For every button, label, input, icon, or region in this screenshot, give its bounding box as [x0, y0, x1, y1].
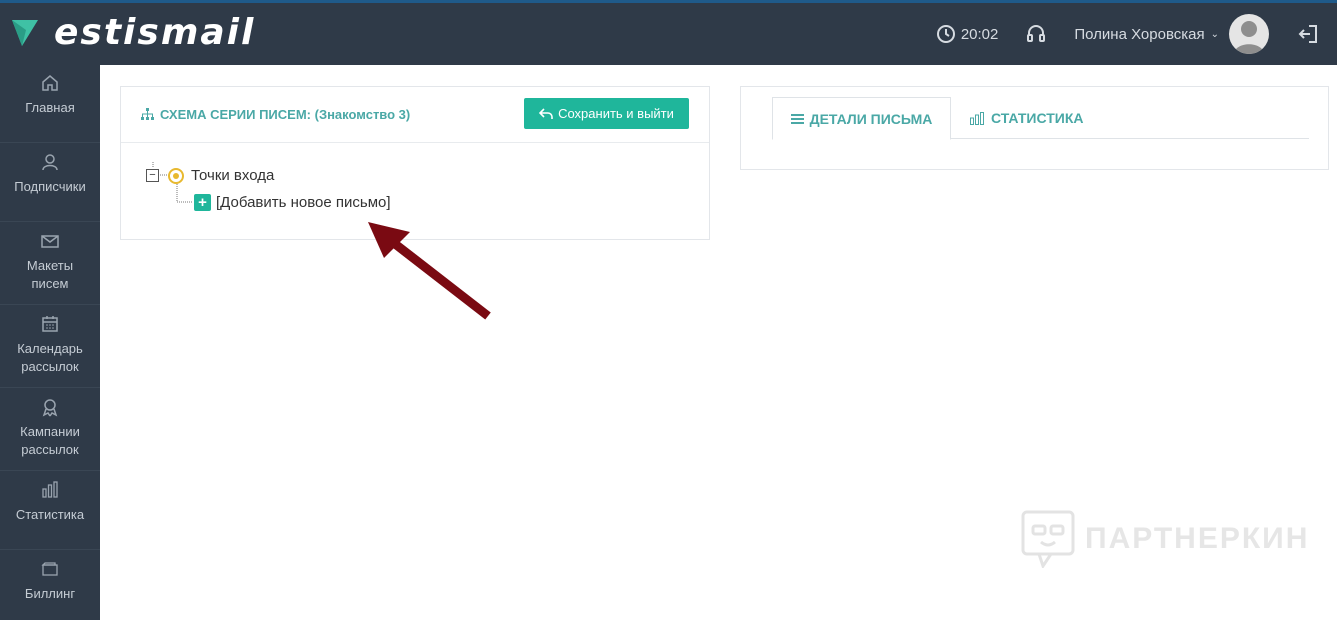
logo[interactable]: estismail [10, 11, 256, 53]
headset-icon [1027, 25, 1046, 42]
add-new-letter-link[interactable]: [Добавить новое письмо] [216, 194, 391, 211]
avatar-silhouette-icon [1234, 21, 1264, 54]
sidebar-item-templates[interactable]: Макеты писем [0, 231, 100, 305]
tab-label: ДЕТАЛИ ПИСЬМА [809, 110, 933, 127]
envelope-icon [41, 235, 59, 248]
tab-statistics[interactable]: СТАТИСТИКА [970, 97, 1084, 139]
wallet-icon [41, 562, 58, 576]
sidebar-item-campaigns[interactable]: Кампании рассылок [0, 397, 100, 471]
details-panel: ДЕТАЛИ ПИСЬМА СТАТИСТИКА [740, 86, 1329, 170]
save-and-exit-label: Сохранить и выйти [558, 106, 674, 121]
details-tabs: ДЕТАЛИ ПИСЬМА СТАТИСТИКА [772, 97, 1309, 140]
user-menu[interactable]: Полина Хоровская ⌄ [1074, 26, 1223, 43]
user-name: Полина Хоровская [1074, 25, 1205, 43]
clock-icon [936, 25, 955, 43]
calendar-icon [42, 316, 58, 332]
clock-time: 20:02 [960, 25, 999, 43]
user-icon [42, 154, 58, 171]
tab-label: СТАТИСТИКА [991, 110, 1084, 126]
scheme-title: СХЕМА СЕРИИ ПИСЕМ: (Знакомство 3) [141, 107, 410, 122]
tree-child-add[interactable]: + [Добавить новое письмо] [194, 194, 391, 211]
collapse-toggle[interactable]: − [146, 169, 159, 182]
logo-text: estismail [54, 11, 256, 53]
award-icon [42, 399, 58, 417]
watermark-text: ПАРТНЕРКИН [1085, 522, 1310, 555]
sidebar-item-label: Статистика [15, 507, 85, 522]
home-icon [42, 75, 58, 91]
sidebar-item-subscribers[interactable]: Подписчики [0, 152, 100, 222]
chevron-down-icon: ⌄ [1210, 28, 1219, 40]
sitemap-icon [141, 108, 154, 120]
plus-icon: + [194, 194, 211, 211]
top-bar: estismail 20:02 Полина Хоровская ⌄ [0, 0, 1337, 65]
sidebar-item-label: Кампании рассылок [20, 424, 80, 457]
sidebar-item-home[interactable]: Главная [0, 73, 100, 143]
support-button[interactable] [1026, 24, 1046, 44]
sidebar-item-label: Подписчики [14, 179, 86, 194]
sidebar-item-label: Календарь рассылок [17, 341, 83, 374]
tree-root: − Точки входа [146, 167, 274, 184]
sidebar: Главная Подписчики Макеты писем Календар… [0, 65, 100, 620]
entry-points-label[interactable]: Точки входа [191, 167, 274, 184]
reply-icon [539, 107, 553, 119]
logout-button[interactable] [1297, 23, 1319, 45]
clock: 20:02 [936, 24, 999, 44]
logout-icon [1298, 25, 1317, 43]
list-icon [790, 113, 804, 124]
scheme-title-text: СХЕМА СЕРИИ ПИСЕМ: (Знакомство 3) [160, 107, 411, 122]
logo-mark-icon [12, 20, 38, 46]
annotation-arrow [368, 222, 491, 320]
tab-letter-details[interactable]: ДЕТАЛИ ПИСЬМА [772, 97, 951, 140]
bar-chart-icon [42, 481, 58, 498]
sidebar-item-statistics[interactable]: Статистика [0, 480, 100, 550]
sidebar-item-label: Главная [25, 100, 75, 115]
bar-chart-icon [970, 111, 984, 125]
watermark: ПАРТНЕРКИН [1021, 510, 1309, 568]
watermark-logo-icon [1021, 510, 1075, 568]
header-right: 20:02 Полина Хоровская ⌄ [936, 3, 1337, 65]
sidebar-item-billing[interactable]: Биллинг [0, 559, 100, 620]
sidebar-item-calendar[interactable]: Календарь рассылок [0, 314, 100, 388]
scheme-panel-header: СХЕМА СЕРИИ ПИСЕМ: (Знакомство 3) Сохран… [121, 87, 709, 143]
avatar[interactable] [1229, 14, 1269, 54]
save-and-exit-button[interactable]: Сохранить и выйти [524, 98, 689, 129]
sidebar-item-label: Биллинг [24, 586, 76, 601]
entry-point-icon [168, 167, 184, 184]
sidebar-item-label: Макеты писем [26, 258, 74, 291]
